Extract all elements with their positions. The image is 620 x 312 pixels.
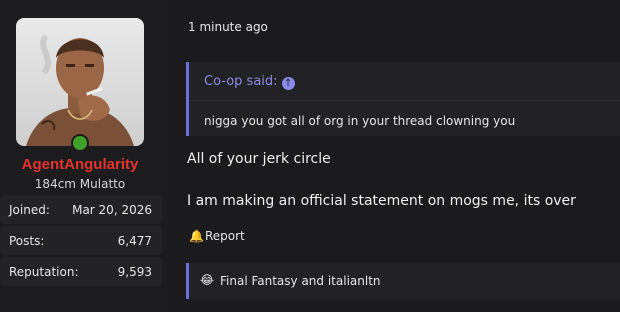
quote-author: Co-op said: (204, 74, 278, 89)
stat-value: 6,477 (117, 234, 152, 248)
bell-icon: 🔔 (189, 229, 204, 243)
arrow-up-icon[interactable]: ↑ (281, 77, 295, 90)
stat-value: 9,593 (117, 265, 152, 279)
post-body: 1 minute ago Co-op said: ↑ nigga you got … (176, 0, 620, 312)
quote-block: Co-op said: ↑ nigga you got all of org in… (186, 62, 620, 136)
avatar-image (16, 18, 144, 146)
stat-label: Reputation: (9, 265, 79, 279)
post-line: All of your jerk circle (187, 151, 331, 167)
user-title: 184cm Mulatto (34, 177, 126, 191)
quote-text: nigga you got all of org in your thread … (204, 114, 516, 128)
quote-divider (189, 100, 620, 101)
stat-reputation: Reputation: 9,593 (0, 257, 162, 286)
avatar[interactable] (16, 18, 144, 146)
stat-label: Joined: (9, 203, 50, 217)
username[interactable]: AgentAngularity (0, 156, 160, 173)
stat-label: Posts: (9, 234, 45, 248)
report-label: Report (204, 229, 245, 243)
quote-author-link[interactable]: Co-op said: ↑ (204, 74, 295, 90)
post-line: I am making an official statement on mog… (187, 193, 576, 209)
reactions-bar[interactable]: 😂 Final Fantasy and italianltn (186, 263, 620, 299)
stat-value: Mar 20, 2026 (72, 203, 152, 217)
reactions-text[interactable]: Final Fantasy and italianltn (220, 274, 381, 288)
stat-joined: Joined: Mar 20, 2026 (0, 195, 162, 224)
stat-posts: Posts: 6,477 (0, 226, 162, 255)
post-timestamp[interactable]: 1 minute ago (188, 20, 268, 34)
online-status-icon (71, 134, 89, 152)
laugh-emoji-icon: 😂 (200, 273, 215, 287)
user-sidebar: AgentAngularity 184cm Mulatto Joined: Ma… (0, 0, 170, 312)
report-button[interactable]: 🔔Report (189, 229, 245, 243)
